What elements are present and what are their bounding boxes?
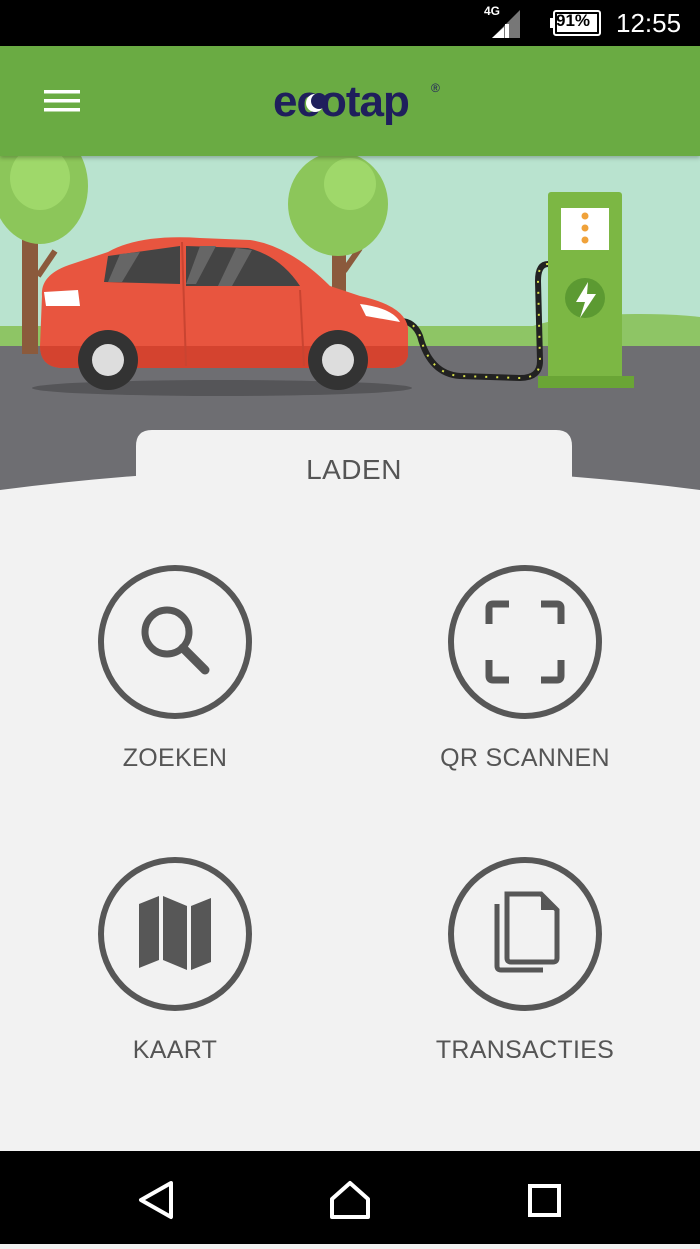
search-icon (98, 565, 252, 719)
transactions-label: TRANSACTIES (435, 1036, 615, 1064)
clock: 12:55 (616, 8, 682, 38)
signal-icon (492, 10, 520, 38)
qr-scan-label: QR SCANNEN (440, 744, 610, 772)
documents-icon (448, 857, 602, 1011)
qr-scan-icon (448, 565, 602, 719)
home-icon (330, 1181, 370, 1219)
svg-text:®: ® (431, 81, 440, 95)
system-nav-bar (0, 1151, 700, 1244)
back-button[interactable] (105, 1151, 205, 1244)
map-tile[interactable]: KAART (45, 856, 305, 1076)
app-bar: ecotap ® (0, 46, 700, 156)
section-title: LADEN (306, 454, 402, 485)
recents-button[interactable] (495, 1151, 595, 1244)
recents-icon (528, 1184, 561, 1217)
qr-scan-tile[interactable]: QR SCANNEN (395, 564, 655, 784)
search-label: ZOEKEN (122, 744, 228, 772)
charging-section: LADEN ZOEKEN QR SCANNEN KAART TRANSACTIE… (0, 430, 700, 1150)
transactions-tile[interactable]: TRANSACTIES (395, 856, 655, 1076)
search-tile[interactable]: ZOEKEN (45, 564, 305, 784)
app-logo: ecotap ® (273, 74, 453, 134)
svg-text:ecotap: ecotap (273, 77, 409, 126)
map-label: KAART (132, 1036, 218, 1064)
battery-level: 91% (556, 11, 591, 30)
status-bar: 4G 91% 12:55 (0, 0, 700, 46)
home-button[interactable] (300, 1151, 400, 1244)
hamburger-icon (44, 90, 80, 112)
back-icon (139, 1181, 173, 1219)
menu-button[interactable] (40, 84, 84, 118)
map-icon (98, 857, 252, 1011)
